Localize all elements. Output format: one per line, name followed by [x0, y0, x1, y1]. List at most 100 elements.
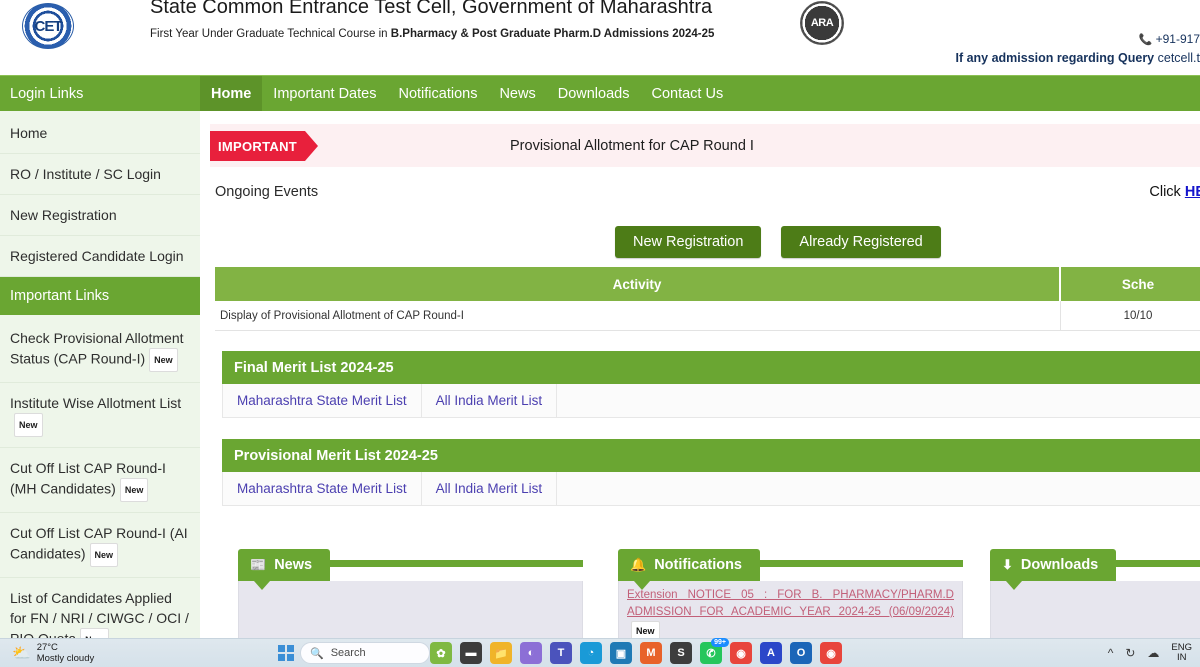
link-all-india-merit-list[interactable]: All India Merit List: [422, 384, 558, 417]
site-header: CET State Common Entrance Test Cell, Gov…: [0, 0, 1200, 75]
already-registered-button[interactable]: Already Registered: [781, 226, 941, 258]
windows-start-icon[interactable]: [278, 645, 294, 661]
sidebar-item-label: Institute Wise Allotment List: [10, 395, 182, 411]
whatsapp-icon[interactable]: ✆ 99+: [700, 638, 729, 664]
sidebar-item-new-registration[interactable]: New Registration: [0, 195, 200, 236]
news-icon: 📰: [250, 557, 267, 572]
notifications-card: 🔔 Notifications Extension NOTICE 05 : FO…: [618, 549, 963, 638]
nav-login-links-label: Login Links: [0, 76, 200, 112]
header-query: If any admission regarding Query cetcell…: [955, 51, 1200, 65]
sidebar-item-cutoff-list-mh[interactable]: Cut Off List CAP Round-I (MH Candidates)…: [0, 448, 200, 513]
cet-logo-text: CET: [34, 17, 63, 35]
click-prefix: Click: [1149, 184, 1185, 200]
nav-item-news[interactable]: News: [488, 76, 546, 112]
schedule-table-header: Activity Sche: [215, 267, 1200, 301]
new-badge: New: [80, 628, 109, 638]
sidebar: Home RO / Institute / SC Login New Regis…: [0, 111, 200, 638]
nav-item-downloads[interactable]: Downloads: [547, 76, 641, 112]
taskbar-center: 🔍 Search: [278, 642, 430, 664]
provisional-merit-list-links: Maharashtra State Merit List All India M…: [222, 472, 1200, 506]
sidebar-item-label: New Registration: [10, 207, 117, 223]
chrome-profile-icon[interactable]: ◉: [730, 642, 752, 664]
sidebar-item-cutoff-list-ai[interactable]: Cut Off List CAP Round-I (AI Candidates)…: [0, 513, 200, 578]
phone-number: +91-917: [1155, 32, 1200, 46]
nav-item-contact-us[interactable]: Contact Us: [640, 76, 734, 112]
link-all-india-merit-list[interactable]: All India Merit List: [422, 472, 558, 505]
sidebar-item-label: RO / Institute / SC Login: [10, 166, 161, 182]
phone-icon: 📞: [1138, 34, 1153, 46]
nav-item-notifications[interactable]: Notifications: [387, 76, 488, 112]
teams-icon[interactable]: T: [550, 642, 572, 664]
query-email: cetcell.t: [1154, 51, 1200, 65]
weather-temperature: 27°C: [36, 642, 58, 653]
new-badge: New: [631, 621, 660, 638]
edge-icon[interactable]: ◔: [580, 642, 602, 664]
sidebar-header-important-links[interactable]: Important Links: [0, 277, 200, 325]
important-announcement-strip: IMPORTANT Provisional Allotment for CAP …: [210, 124, 1200, 167]
partly-cloudy-icon: ⛅: [12, 645, 31, 662]
new-badge: New: [14, 413, 43, 437]
sidebar-item-label: Important Links: [10, 288, 110, 304]
outlook-icon[interactable]: O: [790, 642, 812, 664]
news-card-title: News: [274, 557, 313, 573]
sidebar-item-list-of-candidates-quota[interactable]: List of Candidates Applied for FN / NRI …: [0, 578, 200, 638]
weather-widget[interactable]: ⛅ 27°C Mostly cloudy: [12, 642, 162, 664]
weather-condition: Mostly cloudy: [36, 653, 95, 664]
news-card-body[interactable]: [238, 581, 583, 638]
notifications-card-body: Extension NOTICE 05 : FOR B. PHARMACY/PH…: [618, 581, 963, 638]
browser-page: CET State Common Entrance Test Cell, Gov…: [0, 0, 1200, 667]
hdd-app-icon[interactable]: M: [640, 642, 662, 664]
sidebar-item-institute-wise-allotment-list[interactable]: Institute Wise Allotment List New: [0, 383, 200, 448]
link-maharashtra-state-merit-list[interactable]: Maharashtra State Merit List: [223, 384, 422, 417]
nav-item-home[interactable]: Home: [200, 76, 263, 112]
page-title: State Common Entrance Test Cell, Governm…: [150, 0, 713, 18]
copilot-icon[interactable]: ◐: [520, 642, 542, 664]
language-indicator[interactable]: ENG IN: [1171, 643, 1192, 663]
downloads-card-title: Downloads: [1020, 557, 1099, 573]
sidebar-item-home[interactable]: Home: [0, 111, 200, 154]
link-maharashtra-state-merit-list[interactable]: Maharashtra State Merit List: [223, 472, 422, 505]
header-phone: 📞 +91-917: [1139, 32, 1200, 46]
chevron-up-icon[interactable]: ^: [1108, 646, 1114, 660]
table-row: Display of Provisional Allotment of CAP …: [215, 301, 1200, 331]
nav-item-important-dates[interactable]: Important Dates: [262, 76, 387, 112]
news-card-tab[interactable]: 📰 News: [238, 549, 331, 590]
sidebar-item-registered-candidate-login[interactable]: Registered Candidate Login: [0, 236, 200, 277]
system-tray: ^ ↻ ☁ ENG IN: [1108, 643, 1192, 663]
search-input[interactable]: 🔍 Search: [300, 642, 430, 664]
widgets-icon[interactable]: ✿: [430, 642, 452, 664]
sublime-icon[interactable]: S: [670, 642, 692, 664]
app-a-icon[interactable]: A: [760, 642, 782, 664]
new-registration-button[interactable]: New Registration: [615, 226, 762, 258]
sidebar-item-check-provisional-allotment-status[interactable]: Check Provisional Allotment Status (CAP …: [0, 315, 200, 383]
ara-logo: ARA: [800, 1, 844, 45]
file-explorer-icon[interactable]: ▬: [460, 642, 482, 664]
important-message[interactable]: Provisional Allotment for CAP Round I: [510, 124, 754, 167]
column-header-schedule: Sche: [1121, 276, 1155, 292]
cloud-off-icon[interactable]: ☁: [1147, 646, 1159, 660]
windows-taskbar: ⛅ 27°C Mostly cloudy 🔍 Search ✿ ▬ 📁 ◐ T …: [0, 638, 1200, 667]
nav-items: Home Important Dates Notifications News …: [200, 76, 734, 112]
notification-text: Extension NOTICE 05 : FOR B. PHARMACY/PH…: [627, 589, 954, 618]
search-placeholder: Search: [330, 647, 366, 659]
chrome-s-icon[interactable]: ◉: [820, 642, 842, 664]
sync-icon[interactable]: ↻: [1125, 646, 1135, 660]
cell-activity: Display of Provisional Allotment of CAP …: [215, 301, 1061, 330]
downloads-card-tab[interactable]: ⬇ Downloads: [990, 549, 1117, 590]
notifications-card-title: Notifications: [654, 557, 742, 573]
sidebar-item-label: Registered Candidate Login: [10, 248, 184, 264]
store-icon[interactable]: ▣: [610, 642, 632, 664]
provisional-merit-list-panel: Provisional Merit List 2024-25 Maharasht…: [222, 439, 1200, 506]
sidebar-item-ro-institute-sc-login[interactable]: RO / Institute / SC Login: [0, 154, 200, 195]
notifications-card-tab[interactable]: 🔔 Notifications: [618, 549, 760, 590]
list-item[interactable]: Extension NOTICE 05 : FOR B. PHARMACY/PH…: [627, 587, 954, 638]
folder-icon[interactable]: 📁: [490, 642, 512, 664]
cet-logo: CET: [22, 3, 74, 49]
taskbar-app-icons: ✿ ▬ 📁 ◐ T ◔ ▣ M S ✆ 99+ ◉ A O ◉: [430, 638, 842, 664]
click-here-text: Click HE: [1149, 184, 1200, 200]
click-here-link[interactable]: HE: [1185, 184, 1200, 200]
query-label: If any admission regarding Query: [955, 51, 1155, 65]
page-subtitle: First Year Under Graduate Technical Cour…: [150, 26, 850, 42]
final-merit-list-panel: Final Merit List 2024-25 Maharashtra Sta…: [222, 351, 1200, 418]
new-badge: New: [149, 348, 178, 372]
